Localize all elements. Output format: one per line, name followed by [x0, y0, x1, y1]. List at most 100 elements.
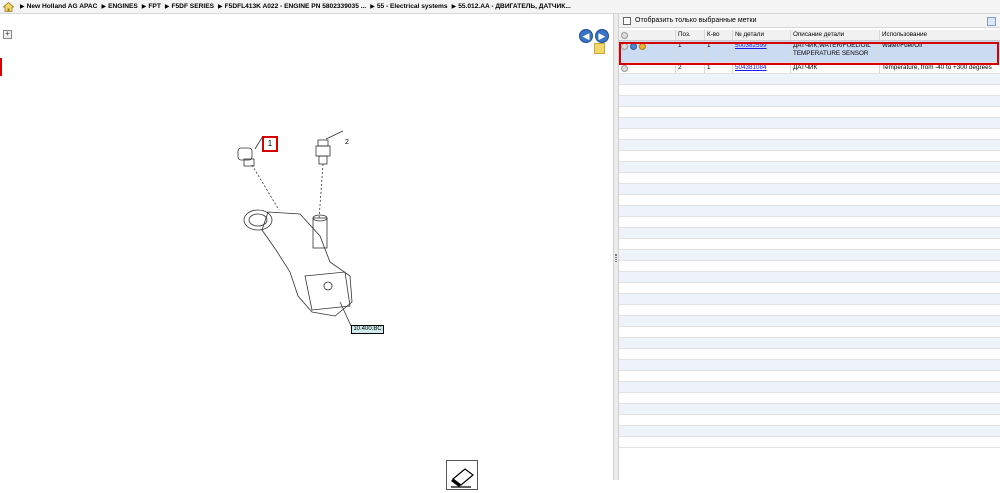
part-number-link[interactable]: 500382599 [735, 42, 767, 49]
axis-line-1 [251, 164, 280, 211]
crumb-arrow-icon: ▶ [20, 4, 25, 10]
crumb-arrow-icon: ▶ [218, 4, 223, 10]
breadcrumb-label: FPT [148, 3, 161, 10]
table-row[interactable]: 2 1 504381084 ДАТЧИК Temperature, from -… [619, 63, 1000, 74]
empty-row [619, 294, 1000, 305]
breadcrumb-item[interactable]: ▶ F5DFL413K A022 - ENGINE PN 5802339035 .… [218, 3, 366, 10]
header-pos[interactable]: Поз. [676, 30, 705, 40]
filter-label: Отобразить только выбранные метки [635, 17, 757, 24]
crumb-arrow-icon: ▶ [141, 4, 147, 10]
empty-row [619, 107, 1000, 118]
empty-row [619, 195, 1000, 206]
crumb-arrow-icon: ▶ [451, 4, 457, 10]
empty-row [619, 382, 1000, 393]
sensor-2-thread [318, 155, 328, 165]
export-icon[interactable] [987, 17, 996, 26]
empty-row [619, 261, 1000, 272]
empty-row [619, 74, 1000, 85]
header-qty[interactable]: К-во [705, 30, 733, 40]
empty-rows [619, 74, 1000, 448]
empty-row [619, 239, 1000, 250]
header-icons-cell [619, 30, 676, 40]
eraser-icon[interactable] [446, 460, 478, 490]
header-part[interactable]: № детали [733, 30, 791, 40]
breadcrumb-item[interactable]: ▶ 55 - Electrical systems [370, 3, 447, 10]
empty-row [619, 338, 1000, 349]
cell-pos: 2 [676, 63, 705, 73]
empty-row [619, 184, 1000, 195]
callout-1[interactable]: 1 [262, 136, 278, 152]
axis-line-2 [318, 163, 324, 220]
crumb-arrow-icon: ▶ [101, 4, 107, 10]
empty-row [619, 437, 1000, 448]
reference-label: 10.400.BC [353, 326, 382, 332]
breadcrumb-label: New Holland AG APAC [26, 3, 98, 10]
callout-2[interactable]: 2 [345, 139, 349, 146]
sensor-2-hex [315, 145, 331, 157]
leader-line-2 [325, 130, 344, 140]
empty-row [619, 206, 1000, 217]
parts-drawing [237, 130, 353, 329]
empty-row [619, 217, 1000, 228]
breadcrumb-item[interactable]: ▶ F5DF SERIES [165, 3, 214, 10]
breadcrumb-item[interactable]: ▶ New Holland AG APAC [20, 3, 97, 10]
cell-use: Temperature, from -40 to +300 degrees [882, 64, 992, 71]
cell-desc: ДАТЧИК [791, 63, 880, 73]
cart-icon[interactable] [639, 43, 646, 50]
housing-neck [312, 217, 328, 249]
housing-body [261, 211, 353, 317]
info-icon[interactable] [630, 43, 637, 50]
empty-row [619, 118, 1000, 129]
reference-link[interactable]: 10.400.BC [351, 325, 384, 334]
empty-row [619, 272, 1000, 283]
show-selected-checkbox[interactable] [623, 16, 631, 25]
callout-1-label: 1 [267, 139, 273, 148]
row-select-icon[interactable] [621, 65, 628, 72]
splitter-grip-icon[interactable] [615, 254, 617, 262]
callout-2-label: 2 [345, 139, 349, 146]
parts-table: Поз. К-во № детали Описание детали Испол… [619, 30, 1000, 448]
empty-row [619, 305, 1000, 316]
breadcrumb-label: F5DF SERIES [171, 3, 214, 10]
row-icons-cell [619, 63, 676, 73]
empty-row [619, 140, 1000, 151]
parts-pane: Отобразить только выбранные метки Поз. К… [619, 14, 1000, 480]
empty-row [619, 371, 1000, 382]
empty-row [619, 173, 1000, 184]
empty-row [619, 404, 1000, 415]
empty-row [619, 85, 1000, 96]
header-desc[interactable]: Описание детали [791, 30, 880, 40]
breadcrumb-label: 55.012.AA - ДВИГАТЕЛЬ, ДАТЧИК... [458, 3, 571, 10]
breadcrumb-item[interactable]: ▶ 55.012.AA - ДВИГАТЕЛЬ, ДАТЧИК... [452, 3, 571, 10]
empty-row [619, 283, 1000, 294]
empty-row [619, 151, 1000, 162]
select-all-icon[interactable] [621, 32, 628, 39]
cell-part: 504381084 [733, 63, 791, 73]
breadcrumb-item[interactable]: ▶ ENGINES [101, 3, 137, 10]
table-row[interactable]: 1 1 500382599 ДАТЧИК,WATER/FUEL/OIL TEMP… [619, 41, 1000, 63]
empty-row [619, 349, 1000, 360]
crumb-arrow-icon: ▶ [370, 4, 375, 10]
empty-row [619, 162, 1000, 173]
sensor-1-shape [237, 147, 253, 161]
breadcrumb-label: ENGINES [108, 3, 138, 10]
cell-desc: ДАТЧИК,WATER/FUEL/OIL TEMPERATURE SENSOR [791, 41, 880, 62]
header-use[interactable]: Использование [880, 30, 1000, 40]
crumb-arrow-icon: ▶ [164, 4, 170, 10]
empty-row [619, 426, 1000, 437]
diagram-pane: + ◀ ▶ 1 2 10.400.BC [0, 14, 613, 490]
cell-use: Water/Fuel/Oil [882, 42, 923, 49]
part-number-link[interactable]: 504381084 [735, 64, 767, 71]
home-icon[interactable] [2, 1, 15, 12]
breadcrumb-item[interactable]: ▶ FPT [142, 3, 161, 10]
empty-row [619, 129, 1000, 140]
housing-flange [304, 271, 351, 311]
breadcrumb: ▶ New Holland AG APAC ▶ ENGINES ▶ FPT ▶ F5DF… [0, 0, 1000, 14]
empty-row [619, 96, 1000, 107]
empty-row [619, 327, 1000, 338]
empty-row [619, 415, 1000, 426]
row-select-icon[interactable] [621, 43, 628, 50]
cell-qty: 1 [705, 41, 733, 62]
row-icons-cell [619, 41, 676, 62]
cell-part: 500382599 [733, 41, 791, 62]
